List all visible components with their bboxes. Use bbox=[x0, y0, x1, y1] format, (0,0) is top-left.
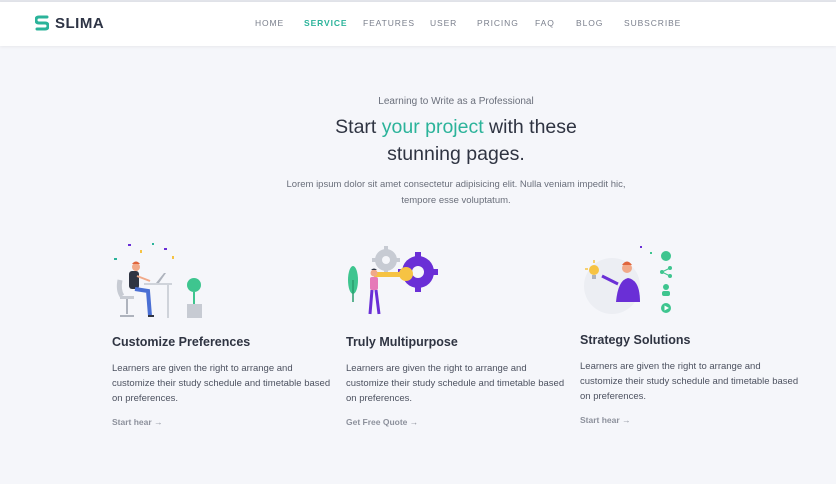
feature-title: Truly Multipurpose bbox=[346, 335, 458, 349]
hero-desc-line1: Lorem ipsum dolor sit amet consectetur a… bbox=[286, 179, 626, 190]
nav-home[interactable]: HOME bbox=[255, 18, 304, 28]
arrow-right-icon: → bbox=[154, 417, 163, 427]
cta-label: Start hear bbox=[112, 417, 152, 427]
gear-key-illustration bbox=[348, 246, 438, 315]
nav-user[interactable]: USER bbox=[430, 18, 477, 28]
feature-description: Learners are given the right to arrange … bbox=[112, 361, 332, 406]
hero-title-start: Start bbox=[335, 116, 382, 138]
cta-label: Start hear bbox=[580, 415, 620, 425]
nav-service[interactable]: SERVICE bbox=[304, 18, 363, 28]
nav-blog[interactable]: BLOG bbox=[576, 18, 624, 28]
brand-logo[interactable]: SLIMA bbox=[35, 14, 104, 32]
feature-desc-line: Learners are given the right to arrange … bbox=[346, 363, 527, 374]
hero-title-line2: stunning pages. bbox=[387, 143, 525, 165]
arrow-right-icon: → bbox=[622, 415, 631, 425]
hero-desc-line2: tempore esse voluptatum. bbox=[401, 195, 511, 206]
start-hear-link[interactable]: Start hear → bbox=[112, 417, 163, 427]
brand-name: SLIMA bbox=[55, 14, 105, 32]
feature-desc-line: Learners are given the right to arrange … bbox=[580, 361, 761, 372]
arrow-right-icon: → bbox=[409, 417, 419, 427]
feature-description: Learners are given the right to arrange … bbox=[580, 359, 800, 404]
feature-desc-line: Learners are given the right to arrange … bbox=[112, 363, 293, 374]
get-free-quote-link[interactable]: Get Free Quote → bbox=[346, 417, 418, 427]
top-navbar: SLIMA HOME SERVICE FEATURES USER PRICING… bbox=[0, 2, 836, 46]
hero-subtitle: Learning to Write as a Professional bbox=[378, 96, 534, 107]
nav-features[interactable]: FEATURES bbox=[363, 18, 430, 28]
main-menu: HOME SERVICE FEATURES USER PRICING FAQ B… bbox=[255, 18, 684, 28]
feature-title: Customize Preferences bbox=[112, 335, 251, 349]
hero-description: Lorem ipsum dolor sit amet consectetur a… bbox=[0, 177, 836, 209]
feature-desc-line: on preferences. bbox=[112, 393, 179, 404]
start-hear-link[interactable]: Start hear → bbox=[580, 415, 631, 425]
cta-label: Get Free Quote bbox=[346, 417, 408, 427]
feature-desc-line: customize their study schedule and timet… bbox=[346, 378, 565, 389]
person-at-desk-illustration bbox=[114, 243, 202, 318]
hero-title-accent: your project bbox=[381, 116, 484, 138]
feature-title: Strategy Solutions bbox=[580, 333, 691, 347]
hero-title-end: with these bbox=[483, 116, 577, 138]
slima-logo-icon bbox=[35, 15, 49, 31]
nav-faq[interactable]: FAQ bbox=[535, 18, 576, 28]
feature-desc-line: on preferences. bbox=[580, 391, 647, 402]
feature-desc-line: customize their study schedule and timet… bbox=[580, 376, 799, 387]
nav-subscribe[interactable]: SUBSCRIBE bbox=[624, 18, 684, 28]
feature-desc-line: on preferences. bbox=[346, 393, 413, 404]
feature-desc-line: customize their study schedule and timet… bbox=[112, 378, 331, 389]
hero-title: Start your project with these stunning p… bbox=[0, 114, 836, 168]
strategy-person-illustration bbox=[584, 246, 672, 314]
nav-pricing[interactable]: PRICING bbox=[477, 18, 535, 28]
feature-description: Learners are given the right to arrange … bbox=[346, 361, 566, 406]
